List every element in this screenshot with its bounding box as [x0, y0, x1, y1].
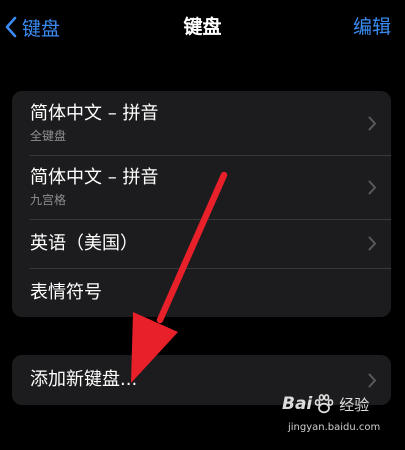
add-new-keyboard-label: 添加新键盘...: [30, 369, 138, 390]
keyboard-row-pinyin-9key[interactable]: 简体中文 – 拼音 九宫格: [12, 155, 391, 219]
watermark-brand-left: Bai: [282, 394, 313, 414]
keyboard-row-pinyin-full[interactable]: 简体中文 – 拼音 全键盘: [12, 91, 391, 155]
watermark-brand-right: 经验: [339, 395, 370, 414]
keyboards-list: 简体中文 – 拼音 全键盘 简体中文 – 拼音 九宫格 英语（美国） 表情符号: [12, 91, 391, 317]
keyboard-row-english-us[interactable]: 英语（美国）: [12, 219, 391, 268]
baidu-paw-icon: [314, 394, 334, 414]
navigation-bar: 键盘 键盘 编辑: [0, 0, 405, 56]
baidu-jingyan-watermark: Bai 经验 jingyan.baidu.com: [276, 393, 401, 445]
keyboard-name: 简体中文 – 拼音: [30, 103, 159, 124]
keyboard-name: 表情符号: [30, 281, 102, 303]
keyboard-layout: 全键盘: [30, 129, 67, 143]
keyboard-name: 简体中文 – 拼音: [30, 167, 159, 188]
keyboard-layout: 九宫格: [30, 193, 67, 207]
keyboard-name: 英语（美国）: [30, 232, 138, 254]
chevron-right-icon: [368, 116, 376, 130]
chevron-right-icon: [368, 373, 376, 387]
chevron-right-icon: [368, 180, 376, 194]
watermark-url: jingyan.baidu.com: [288, 422, 381, 433]
chevron-right-icon: [368, 236, 376, 251]
edit-button[interactable]: 编辑: [353, 12, 391, 42]
keyboard-row-emoji[interactable]: 表情符号: [12, 268, 391, 317]
page-title: 键盘: [183, 16, 222, 38]
